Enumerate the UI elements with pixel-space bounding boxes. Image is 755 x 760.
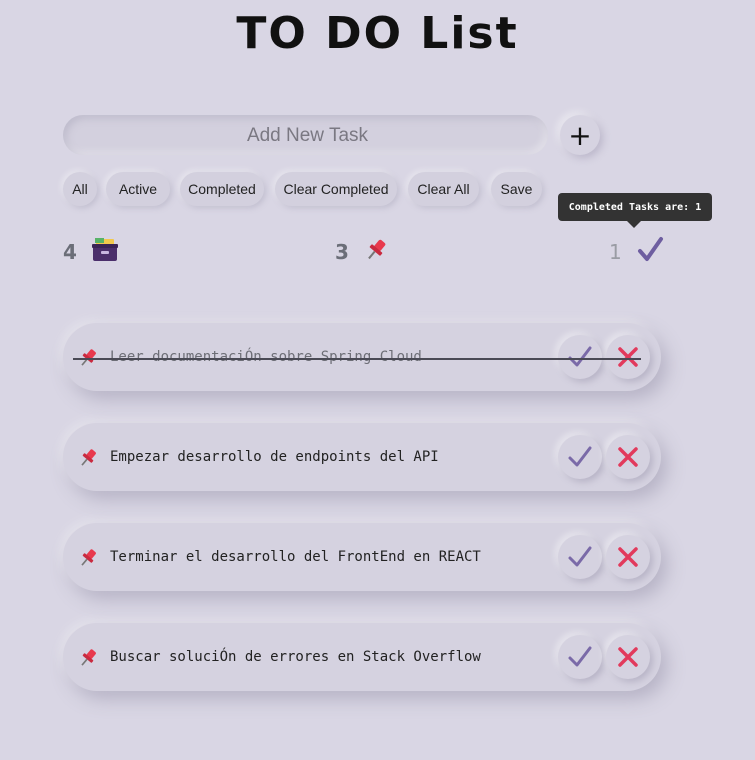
task-text: Terminar el desarrollo del FrontEnd en R…	[110, 549, 481, 565]
delete-task-button[interactable]	[606, 435, 650, 479]
add-task-field-wrapper	[63, 115, 552, 157]
clear-completed-button[interactable]: Clear Completed	[275, 172, 397, 206]
task-item: Leer documentaciÓn sobre Spring Cloud	[63, 323, 661, 391]
completed-tasks-stat: 1	[609, 236, 664, 268]
complete-task-button[interactable]	[558, 635, 602, 679]
delete-task-button[interactable]	[606, 635, 650, 679]
filter-active-button[interactable]: Active	[106, 172, 170, 206]
pushpin-icon	[77, 547, 99, 574]
delete-task-button[interactable]	[606, 535, 650, 579]
task-text: Empezar desarrollo de endpoints del API	[110, 449, 439, 465]
complete-task-button[interactable]	[558, 435, 602, 479]
pushpin-icon	[77, 347, 99, 374]
checkmark-icon[interactable]	[636, 236, 664, 269]
total-tasks-stat: 4	[63, 236, 119, 268]
completed-tooltip: Completed Tasks are: 1	[558, 193, 712, 221]
pushpin-icon	[77, 447, 99, 474]
tooltip-arrow	[627, 221, 641, 228]
clear-all-button[interactable]: Clear All	[408, 172, 479, 206]
completed-count: 1	[609, 240, 622, 264]
pushpin-icon[interactable]	[363, 237, 389, 268]
task-item: Buscar soluciÓn de errores en Stack Over…	[63, 623, 661, 691]
archive-box-icon[interactable]	[91, 236, 119, 269]
complete-task-button[interactable]	[558, 335, 602, 379]
save-button[interactable]: Save	[491, 172, 542, 206]
page-title: TO DO List	[236, 8, 519, 59]
active-count: 3	[335, 240, 349, 264]
total-count: 4	[63, 240, 77, 264]
add-task-button[interactable]: +	[560, 115, 600, 155]
filter-completed-button[interactable]: Completed	[180, 172, 264, 206]
add-task-input[interactable]	[63, 115, 552, 157]
task-text: Buscar soluciÓn de errores en Stack Over…	[110, 649, 481, 665]
task-item: Terminar el desarrollo del FrontEnd en R…	[63, 523, 661, 591]
complete-task-button[interactable]	[558, 535, 602, 579]
strikethrough-line	[73, 358, 641, 360]
active-tasks-stat: 3	[335, 236, 389, 268]
pushpin-icon	[77, 647, 99, 674]
filter-all-button[interactable]: All	[63, 172, 97, 206]
task-text: Leer documentaciÓn sobre Spring Cloud	[110, 349, 422, 365]
task-item: Empezar desarrollo de endpoints del API	[63, 423, 661, 491]
delete-task-button[interactable]	[606, 335, 650, 379]
